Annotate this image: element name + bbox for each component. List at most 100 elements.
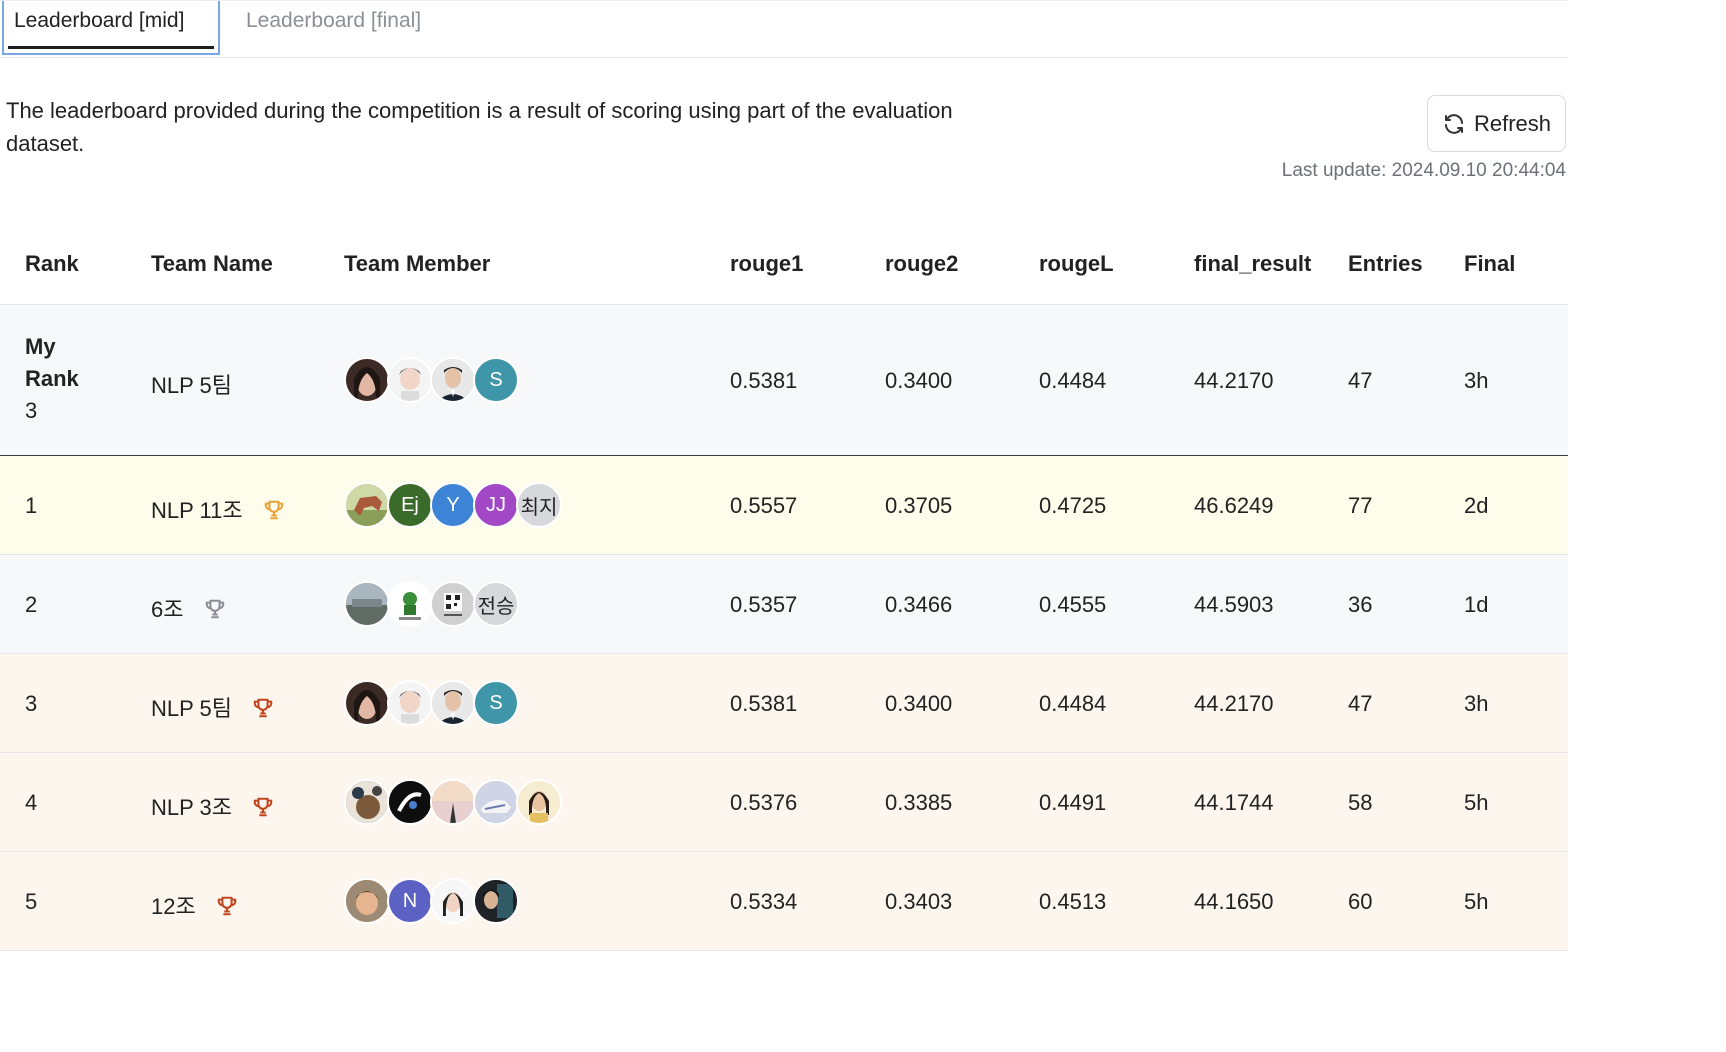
header-rougel[interactable]: rougeL [1039,251,1114,277]
rougel-value: 0.4484 [1039,368,1107,393]
avatar [430,357,476,403]
rouge1-value: 0.5381 [730,691,798,716]
tab-label: Leaderboard [mid] [14,9,185,32]
my-rank-label: My Rank 3 [25,331,79,427]
table-row: 2 6조 전승 0.5357 0.3466 0.4555 44.5903 36 … [0,555,1568,654]
trophy-icon [205,599,224,619]
header-team-name: Team Name [151,251,273,276]
entries-value: 60 [1348,889,1373,914]
leaderboard-table: Rank Team Name Team Member rouge1 rouge2… [0,218,1568,951]
team-members: S [344,680,519,726]
rank-value: 3 [25,691,38,716]
rougel-value: 0.4513 [1039,889,1107,914]
rougel-value: 0.4491 [1039,790,1107,815]
avatar [387,680,433,726]
avatar: 전승 [473,581,519,627]
avatar [387,581,433,627]
rouge1-value: 0.5357 [730,592,798,617]
header-rouge1[interactable]: rouge1 [730,251,803,277]
avatar [430,581,476,627]
final-value: 3h [1464,691,1489,716]
avatar: N [387,878,433,924]
avatar [344,779,390,825]
avatar: 최지 [516,482,562,528]
avatar: Y [430,482,476,528]
final-value: 1d [1464,592,1489,617]
header-rank: Rank [25,251,79,276]
entries-value: 58 [1348,790,1373,815]
avatar [430,878,476,924]
trophy-icon [253,698,273,718]
tab-leaderboard-final[interactable]: Leaderboard [final] [236,1,431,55]
final-value: 5h [1464,889,1489,914]
my-rank-line1: My [25,334,56,359]
avatar [344,357,390,403]
avatar [344,680,390,726]
avatar: S [473,357,519,403]
team-members: Ej Y JJ 최지 [344,482,562,528]
trophy-icon [217,896,237,916]
rougel-value: 0.4484 [1039,691,1107,716]
tab-label: Leaderboard [final] [246,9,422,32]
team-members: S [344,357,519,403]
final-value: 2d [1464,493,1489,518]
final-result-value: 44.1650 [1194,889,1274,914]
team-name: 12조 [151,889,238,921]
header-final-result[interactable]: final_result [1194,251,1311,277]
team-name: NLP 5팀 [151,373,232,398]
rouge1-value: 0.5334 [730,889,798,914]
team-name: 6조 [151,592,226,624]
avatar [387,357,433,403]
entries-value: 77 [1348,493,1373,518]
trophy-icon [253,797,273,817]
rouge2-value: 0.3466 [885,592,953,617]
rank-value: 5 [25,889,38,914]
avatar [344,581,390,627]
avatar [344,878,390,924]
avatar [344,482,390,528]
header-entries[interactable]: Entries [1348,251,1423,277]
rouge2-value: 0.3705 [885,493,953,518]
refresh-label: Refresh [1473,110,1552,136]
table-row: 1 NLP 11조 Ej Y JJ 최지 0.5557 0.3705 0.472… [0,456,1568,555]
rouge1-value: 0.5376 [730,790,798,815]
rouge1-value: 0.5381 [730,368,798,393]
entries-value: 36 [1348,592,1373,617]
final-value: 5h [1464,790,1489,815]
final-result-value: 46.6249 [1194,493,1274,518]
table-row: 3 NLP 5팀 S 0.5381 0.3400 0.4484 44.2170 … [0,654,1568,753]
tab-leaderboard-mid[interactable]: Leaderboard [mid] [2,1,220,55]
entries-value: 47 [1348,691,1373,716]
rouge2-value: 0.3385 [885,790,953,815]
leaderboard-page: Leaderboard [mid] Leaderboard [final] Th… [0,0,1568,1052]
final-value: 3h [1464,368,1489,393]
avatar [430,680,476,726]
team-name: NLP 5팀 [151,691,274,723]
rougel-value: 0.4555 [1039,592,1107,617]
header-final[interactable]: Final [1464,251,1515,277]
leaderboard-notice: The leaderboard provided during the comp… [6,98,953,156]
last-update-text: Last update: 2024.09.10 20:44:04 [1281,160,1566,181]
team-members: N [344,878,519,924]
refresh-button[interactable]: Refresh [1427,95,1566,152]
rouge2-value: 0.3403 [885,889,953,914]
rouge1-value: 0.5557 [730,493,798,518]
final-result-value: 44.1744 [1194,790,1274,815]
final-result-value: 44.2170 [1194,368,1274,393]
final-result-value: 44.5903 [1194,592,1274,617]
table-row: 4 NLP 3조 0.5376 0.3385 0.4491 44.1744 58… [0,753,1568,852]
header-team-member: Team Member [344,251,491,276]
table-row: 5 12조 N 0.5334 0.3403 0.4513 44.1650 60 … [0,852,1568,951]
rougel-value: 0.4725 [1039,493,1107,518]
tab-bar: Leaderboard [mid] Leaderboard [final] [0,0,1568,58]
rank-value: 2 [25,592,38,617]
avatar: JJ [473,482,519,528]
avatar: Ej [387,482,433,528]
my-rank-row: My Rank 3 NLP 5팀 S 0.5381 0.3400 0.4484 … [0,305,1568,456]
team-members [344,779,562,825]
avatar [516,779,562,825]
rouge2-value: 0.3400 [885,691,953,716]
header-rouge2[interactable]: rouge2 [885,251,958,277]
avatar: S [473,680,519,726]
table-header: Rank Team Name Team Member rouge1 rouge2… [0,218,1568,305]
